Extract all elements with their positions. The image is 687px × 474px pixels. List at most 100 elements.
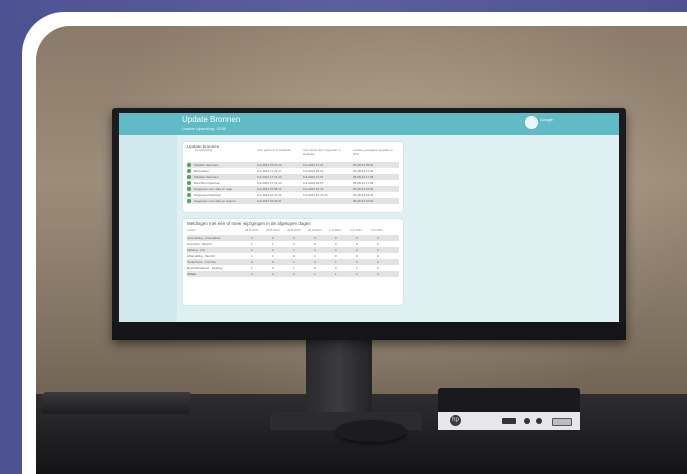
desk-photo: Update Bronnen Laatste bijwerking: 15:00… (36, 26, 687, 474)
status-ok-icon (187, 169, 191, 173)
row-name: Gegevens bijwerken (194, 193, 222, 197)
row-value: 6-9-2024 15:58:11 (257, 187, 282, 191)
cell-value: 0 (377, 260, 379, 264)
audio-port (536, 418, 542, 424)
hp-logo-icon: hp (450, 415, 461, 426)
total-value: 0 (377, 272, 379, 276)
usb-port (502, 418, 516, 424)
cell-value: 0 (314, 266, 316, 270)
column-header: Voor laatst door Upgrader in Datalake (303, 148, 341, 156)
total-value: 2 (272, 272, 274, 276)
cell-value: 1 (251, 242, 253, 246)
status-ok-icon (187, 175, 191, 179)
status-ok-icon (187, 181, 191, 185)
cell-value: 0 (293, 236, 295, 240)
cell-value: 1 (272, 242, 274, 246)
date-column-header: 3-9-2024 (371, 228, 384, 232)
date-column-header: 2-9-2024 (350, 228, 363, 232)
monitor-bezel-bottom (112, 322, 626, 340)
status-ok-icon (187, 163, 191, 167)
row-value: 05-08-24 15:00 (353, 187, 374, 191)
cell-value: 0 (293, 254, 295, 258)
row-value: 6-9-2024 17:31:43 (257, 175, 282, 179)
cell-value: 0 (356, 248, 358, 252)
cell-value: 1 (314, 254, 316, 258)
power-button (552, 418, 572, 426)
column-header: Voor gebeurd in Datalake (257, 148, 291, 152)
totals-label: Totaal (187, 272, 196, 276)
cell-value: 1 (251, 254, 253, 258)
cell-value: 0 (356, 254, 358, 258)
cell-value: 0 (335, 242, 337, 246)
cell-value: 1 (335, 260, 337, 264)
total-value: 1 (314, 272, 316, 276)
row-name: Beschikbaarheid - Melding (187, 266, 223, 270)
cell-value: 1 (293, 248, 295, 252)
status-ok-icon (187, 187, 191, 191)
row-value: 6-9-2024 16:42 (303, 187, 324, 191)
row-value: 6-9-2024 15:01:20 (257, 163, 282, 167)
mini-pc: hp (438, 388, 580, 430)
row-name: Gegevens voor data en rapp (194, 187, 233, 191)
row-value: 6-9-2024 17:47 (303, 163, 324, 167)
row-name: Tabellen bijwerken (194, 175, 219, 179)
cell-value: 0 (335, 266, 337, 270)
cell-value: 0 (377, 242, 379, 246)
app-title: Update Bronnen (182, 115, 241, 124)
row-name: Aanmelding - Intervalfout (187, 236, 221, 240)
row-name: Overzicht - Bericht (187, 242, 212, 246)
keyboard (40, 392, 192, 414)
app-subtitle: Laatste bijwerking: 15:00 (182, 126, 227, 131)
cell-value: 0 (251, 260, 253, 264)
user-avatar-icon[interactable] (525, 116, 538, 129)
cell-value: 0 (335, 254, 337, 258)
row-value: 05-08-24 17:08 (353, 175, 374, 179)
cell-value: 1 (251, 266, 253, 270)
row-name: Tabellen bijwerken (194, 163, 219, 167)
cell-value: 0 (251, 236, 253, 240)
cell-value: 0 (356, 242, 358, 246)
cell-value: 0 (293, 242, 295, 246)
cell-value: 0 (272, 266, 274, 270)
cell-value: 0 (314, 260, 316, 264)
cell-value: 0 (377, 248, 379, 252)
cell-value: 1 (356, 266, 358, 270)
date-column-header: 29-8-2024 (266, 228, 280, 232)
date-column-header: 31-8-2024 (308, 228, 322, 232)
date-column-header: 1-9-2024 (329, 228, 342, 232)
totals-row: Totaal 3 2 3 1 1 1 0 (187, 271, 399, 277)
row-name: Berichten bijwerken (194, 181, 221, 185)
changes-panel-title: Meldingen met één of meer wijzigingen in… (187, 221, 311, 226)
row-name: Melding - CM (187, 248, 205, 252)
row-name: Afhandeling - Bericht (187, 254, 215, 258)
row-name: Beoordelen (194, 169, 210, 173)
cell-value: 0 (335, 248, 337, 252)
cell-value: 1 (272, 254, 274, 258)
cell-value: 0 (335, 236, 337, 240)
row-value: 6-9-2024 16:17 (303, 181, 324, 185)
monitor-screen: Update Bronnen Laatste bijwerking: 15:00… (119, 113, 619, 322)
user-name: Google (540, 117, 553, 122)
date-column-header: 30-8-2024 (287, 228, 301, 232)
mouse (336, 420, 406, 442)
cell-value: 0 (314, 236, 316, 240)
cell-value: 0 (356, 260, 358, 264)
ultrawide-monitor: Update Bronnen Laatste bijwerking: 15:00… (112, 108, 626, 340)
photo-frame: Update Bronnen Laatste bijwerking: 15:00… (22, 12, 687, 474)
status-ok-icon (187, 193, 191, 197)
row-value: 6-9-2024 16:47:20 (303, 193, 328, 197)
row-name: Gegevens voor data en rapport (194, 199, 236, 203)
total-value: 1 (335, 272, 337, 276)
cell-value: 0 (251, 248, 253, 252)
app-sidebar (119, 135, 177, 322)
date-column-header: 28-8-2024 (245, 228, 259, 232)
row-value: 05-08-24 09:02 (353, 163, 374, 167)
cell-value: 0 (272, 248, 274, 252)
app-header: Update Bronnen Laatste bijwerking: 15:00… (119, 113, 619, 135)
cell-value: 0 (377, 254, 379, 258)
cell-value: 0 (356, 236, 358, 240)
row-value: 6-9-2024 17:31:44 (257, 181, 282, 185)
row-value: 6-9-2024 15:30:31 (257, 199, 282, 203)
table-row: Gegevens voor data en rapport 6-9-2024 1… (187, 198, 399, 204)
row-value: 6-9-2024 20:13 (303, 169, 324, 173)
